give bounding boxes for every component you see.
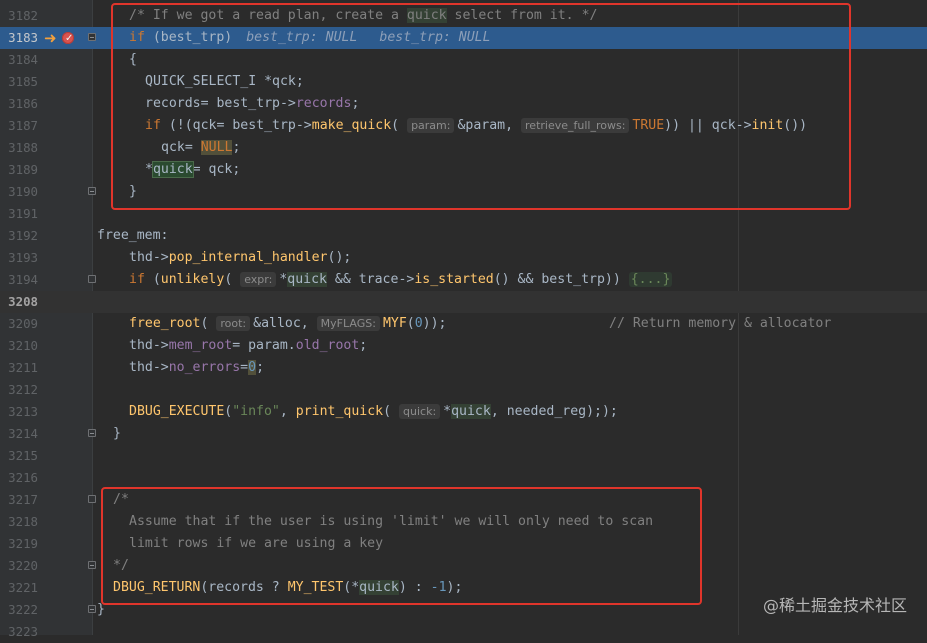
code-text: (); — [327, 250, 352, 265]
line-number: 3213 — [8, 404, 38, 419]
code-line[interactable]: 3209 free_root( root: &alloc, MyFLAGS: MYF… — [0, 313, 927, 335]
watermark: @稀土掘金技术社区 — [762, 596, 907, 615]
search-highlight: quick — [287, 272, 327, 287]
field: no_errors — [168, 360, 241, 375]
line-number: 3221 — [8, 580, 38, 595]
line-number: 3191 — [8, 206, 38, 221]
code-text: thd-> — [129, 360, 169, 375]
code-text: ( — [144, 272, 161, 287]
execution-point-arrow-icon: ➜ — [44, 29, 57, 47]
code-line[interactable]: 3215 — [0, 445, 927, 467]
line-number: 3182 — [8, 8, 38, 23]
line-number: 3218 — [8, 514, 38, 529]
line-number: 3217 — [8, 492, 38, 507]
code-line[interactable]: 3210 thd->mem_root= param.old_root; — [0, 335, 927, 357]
line-number: 3219 — [8, 536, 38, 551]
code-text: )); — [422, 316, 447, 331]
code-text: ( — [383, 404, 392, 419]
code-text: thd-> — [129, 338, 169, 353]
line-number: 3220 — [8, 558, 38, 573]
function-name: print_quick — [295, 404, 384, 419]
line-number: 3211 — [8, 360, 38, 375]
field: mem_root — [168, 338, 233, 353]
code-text: ; — [359, 338, 368, 353]
code-text: = param. — [232, 338, 296, 353]
macro-name: MYF — [382, 316, 407, 331]
line-number: 3194 — [8, 272, 38, 287]
line-number: 3187 — [8, 118, 38, 133]
fold-toggle-icon[interactable] — [88, 187, 96, 195]
line-number: 3210 — [8, 338, 38, 353]
line-number: 3208 — [8, 294, 38, 309]
code-line-caret[interactable]: 3208 — [0, 291, 927, 313]
code-text: } — [113, 426, 121, 441]
string-literal: "info" — [232, 404, 280, 419]
code-text: * — [443, 404, 452, 419]
code-text: ( — [224, 272, 233, 287]
code-line[interactable]: 3214 } — [0, 423, 927, 445]
line-number: 3185 — [8, 74, 38, 89]
line-number: 3190 — [8, 184, 38, 199]
code-text: () && best_trp)) — [493, 272, 621, 287]
folded-code-placeholder[interactable]: {...} — [628, 272, 673, 287]
line-number: 3216 — [8, 470, 38, 485]
function-name: unlikely — [160, 272, 225, 287]
keyword: if — [129, 272, 145, 287]
code-editor[interactable]: 3182 /* If we got a read plan, create a … — [0, 0, 927, 639]
line-number: 3189 — [8, 162, 38, 177]
function-name: pop_internal_handler — [168, 250, 328, 265]
fold-toggle-icon[interactable] — [88, 429, 96, 437]
code-text: ( — [200, 316, 209, 331]
fold-toggle-icon[interactable] — [88, 33, 96, 41]
code-text: , — [279, 404, 296, 419]
line-number: 3212 — [8, 382, 38, 397]
code-line[interactable]: 3223 — [0, 621, 927, 643]
code-label: free_mem: — [97, 228, 169, 243]
code-text: &alloc, — [253, 316, 309, 331]
breakpoint-icon[interactable] — [62, 28, 74, 50]
line-number: 3186 — [8, 96, 38, 111]
parameter-hint: MyFLAGS: — [316, 316, 380, 331]
function-name: is_started — [414, 272, 494, 287]
code-text: thd-> — [129, 250, 169, 265]
code-line[interactable]: 3193 thd->pop_internal_handler(); — [0, 247, 927, 269]
fold-toggle-icon[interactable] — [88, 495, 96, 503]
parameter-hint: expr: — [240, 272, 277, 287]
function-name: free_root — [129, 316, 201, 331]
line-number: 3209 — [8, 316, 38, 331]
code-text: && trace-> — [326, 272, 415, 287]
code-line[interactable]: 3194 if (unlikely( expr: *quick && trace-… — [0, 269, 927, 291]
parameter-hint: root: — [216, 316, 251, 331]
code-line[interactable]: 3192 free_mem: — [0, 225, 927, 247]
line-number: 3214 — [8, 426, 38, 441]
macro-name: DBUG_EXECUTE — [129, 404, 225, 419]
fold-toggle-icon[interactable] — [88, 561, 96, 569]
field: old_root — [295, 338, 360, 353]
fold-toggle-icon[interactable] — [88, 275, 96, 283]
line-number: 3222 — [8, 602, 38, 617]
line-number: 3183 — [8, 30, 38, 45]
code-text: = — [240, 360, 249, 375]
line-number: 3215 — [8, 448, 38, 463]
code-text: ; — [256, 360, 265, 375]
number-literal: 0 — [248, 360, 257, 375]
annotation-box — [111, 3, 851, 210]
code-text: , needed_reg);); — [490, 404, 618, 419]
code-line[interactable]: 3216 — [0, 467, 927, 489]
annotation-box — [101, 487, 702, 605]
code-line[interactable]: 3211 thd->no_errors=0; — [0, 357, 927, 379]
code-text: ( — [406, 316, 415, 331]
code-line[interactable]: 3212 — [0, 379, 927, 401]
search-highlight: quick — [451, 404, 491, 419]
code-line[interactable]: 3213 DBUG_EXECUTE("info", print_quick( q… — [0, 401, 927, 423]
line-number: 3188 — [8, 140, 38, 155]
line-number: 3193 — [8, 250, 38, 265]
fold-toggle-icon[interactable] — [88, 605, 96, 613]
number-literal: 0 — [414, 316, 423, 331]
comment: // Return memory & allocator — [609, 316, 832, 331]
line-number: 3184 — [8, 52, 38, 67]
line-number: 3223 — [8, 624, 38, 639]
parameter-hint: quick: — [399, 404, 441, 419]
line-number: 3192 — [8, 228, 38, 243]
